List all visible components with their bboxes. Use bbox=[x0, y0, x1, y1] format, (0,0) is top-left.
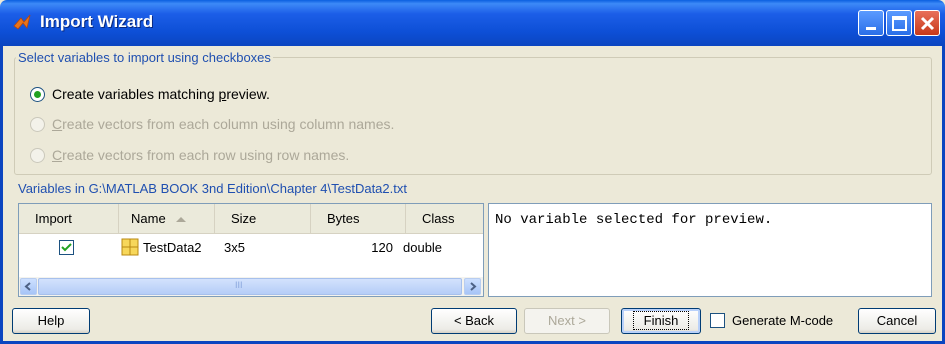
sort-ascending-icon bbox=[176, 216, 187, 222]
radio-label: Create variables matching preview. bbox=[52, 86, 270, 102]
horizontal-scrollbar[interactable]: III bbox=[19, 277, 483, 296]
checkmark-icon bbox=[61, 242, 72, 251]
close-button[interactable] bbox=[914, 10, 940, 36]
radio-vectors-columns[interactable]: Create vectors from each column using co… bbox=[30, 114, 394, 134]
column-header-bytes[interactable]: Bytes bbox=[311, 203, 406, 234]
variables-source-label: Variables in G:\MATLAB BOOK 3nd Edition\… bbox=[18, 181, 407, 196]
bytes-cell: 120 bbox=[371, 239, 393, 255]
class-cell: double bbox=[403, 239, 443, 255]
column-header-class[interactable]: Class bbox=[406, 204, 483, 234]
back-button[interactable]: < Back bbox=[431, 308, 517, 334]
matrix-grid-icon bbox=[121, 238, 139, 256]
radio-button[interactable] bbox=[30, 147, 45, 163]
minimize-button[interactable] bbox=[858, 10, 884, 36]
title-bar[interactable]: Import Wizard bbox=[0, 0, 945, 46]
scroll-grip: III bbox=[235, 280, 243, 290]
name-cell: TestData2 bbox=[119, 238, 221, 256]
help-button[interactable]: Help bbox=[12, 308, 90, 334]
close-icon bbox=[920, 16, 935, 31]
radio-label: Create vectors from each row using row n… bbox=[52, 147, 350, 163]
window-title: Import Wizard bbox=[40, 12, 154, 31]
generate-mcode-option[interactable]: Generate M-code bbox=[710, 313, 833, 328]
table-row[interactable]: TestData2 3x5 120 double bbox=[19, 235, 483, 259]
generate-mcode-checkbox[interactable] bbox=[710, 313, 725, 328]
cancel-button[interactable]: Cancel bbox=[858, 308, 936, 334]
preview-text: No variable selected for preview. bbox=[495, 212, 773, 228]
variables-table[interactable]: Import Name Size Bytes Class TestData2 3… bbox=[18, 203, 484, 297]
maximize-icon bbox=[892, 16, 907, 31]
radio-label: Create vectors from each column using co… bbox=[52, 116, 395, 132]
scroll-right-button[interactable] bbox=[464, 278, 481, 295]
maximize-button[interactable] bbox=[886, 10, 912, 36]
finish-button[interactable]: Finish bbox=[621, 308, 701, 334]
column-header-name[interactable]: Name bbox=[119, 203, 215, 234]
arrow-right-icon bbox=[470, 282, 477, 291]
radio-button[interactable] bbox=[30, 116, 45, 132]
preview-panel: No variable selected for preview. bbox=[488, 203, 932, 297]
import-checkbox[interactable] bbox=[59, 239, 74, 255]
radio-vectors-rows[interactable]: Create vectors from each row using row n… bbox=[30, 145, 349, 165]
size-cell: 3x5 bbox=[224, 239, 245, 255]
next-button[interactable]: Next > bbox=[524, 308, 610, 334]
generate-mcode-label: Generate M-code bbox=[732, 313, 834, 328]
minimize-icon bbox=[866, 27, 876, 30]
column-header-import[interactable]: Import bbox=[19, 203, 119, 234]
import-cell bbox=[19, 239, 119, 255]
radio-matching-preview[interactable]: Create variables matching preview. bbox=[30, 84, 270, 104]
scrollbar-thumb[interactable]: III bbox=[38, 278, 462, 295]
scroll-left-button[interactable] bbox=[20, 278, 37, 295]
column-header-size[interactable]: Size bbox=[215, 203, 311, 234]
group-legend: Select variables to import using checkbo… bbox=[16, 50, 273, 65]
radio-button-selected[interactable] bbox=[30, 86, 45, 102]
arrow-left-icon bbox=[24, 282, 31, 291]
matlab-logo-icon bbox=[13, 14, 31, 30]
table-header: Import Name Size Bytes Class bbox=[19, 203, 483, 234]
